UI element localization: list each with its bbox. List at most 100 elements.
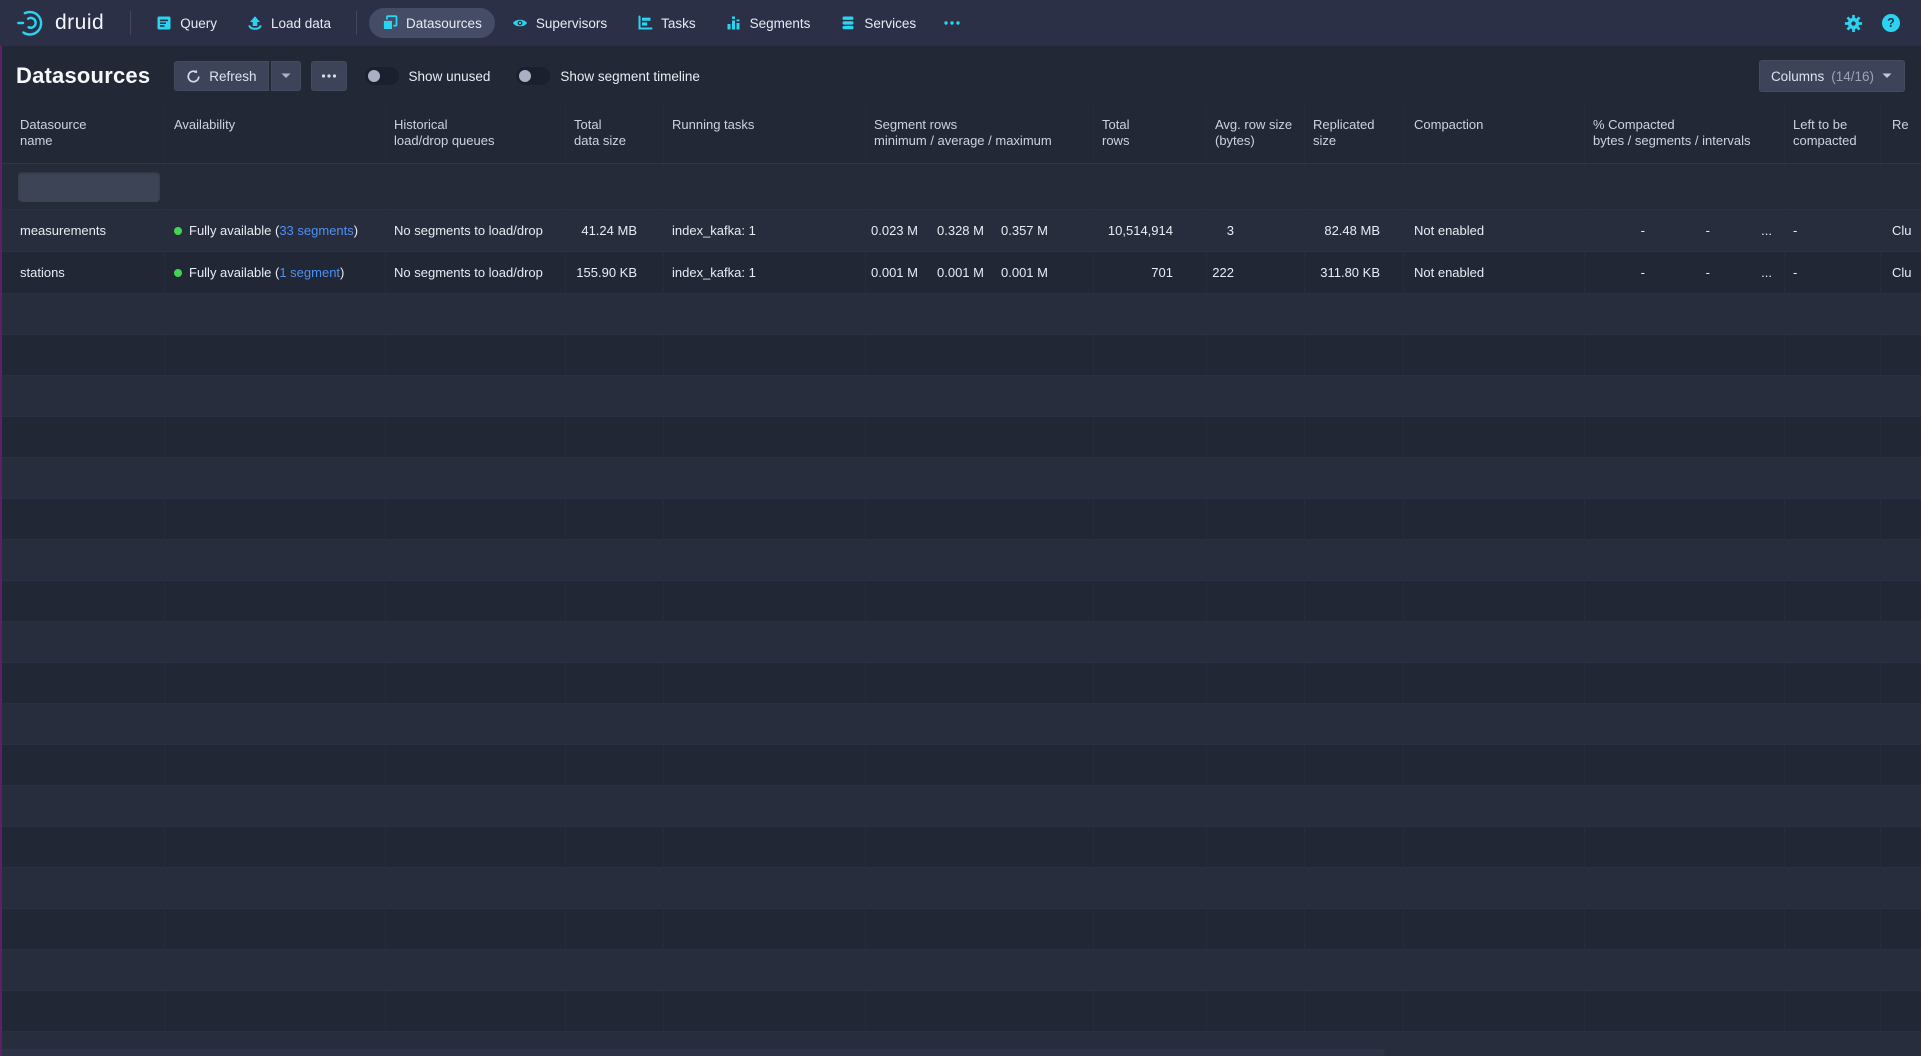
show-unused-toggle[interactable]: Show unused (365, 67, 491, 85)
gantt-icon (637, 15, 653, 31)
empty-cell (0, 294, 165, 334)
brand-name: druid (55, 11, 104, 35)
compaction-cell[interactable]: Not enabled (1404, 210, 1585, 251)
empty-row (0, 950, 1921, 991)
availability-cell[interactable]: Fully available (1 segment) (165, 252, 386, 293)
column-header-total-data-size[interactable]: Total data size (566, 106, 664, 163)
empty-cell (1785, 581, 1881, 621)
columns-label: Columns (1771, 69, 1824, 84)
replicated-size-cell[interactable]: 311.80 KB (1305, 252, 1404, 293)
empty-cell (566, 376, 664, 416)
load-drop-queues-cell[interactable]: No segments to load/drop (386, 210, 566, 251)
chevron-down-icon (280, 72, 292, 80)
pct-compacted-cell[interactable]: - - ... (1585, 210, 1785, 251)
empty-cell (1785, 991, 1881, 1031)
segment-rows-cell[interactable]: 0.001 M 0.001 M 0.001 M (866, 252, 1094, 293)
help-icon[interactable]: ? (1881, 13, 1901, 33)
datasource-name-filter-input[interactable] (18, 172, 160, 202)
empty-cell (1404, 622, 1585, 662)
retention-cell[interactable]: Clu (1881, 210, 1921, 251)
column-header-availability[interactable]: Availability (165, 106, 386, 163)
filter-cell (1785, 164, 1881, 209)
empty-cell (1881, 704, 1921, 744)
refresh-interval-button[interactable] (271, 61, 301, 91)
load-drop-queues-cell[interactable]: No segments to load/drop (386, 252, 566, 293)
left-to-be-compacted-cell[interactable]: - (1785, 252, 1881, 293)
compaction-cell[interactable]: Not enabled (1404, 252, 1585, 293)
empty-cell (1404, 868, 1585, 908)
pct-compacted-intervals: ... (1716, 223, 1784, 238)
empty-cell (1305, 335, 1404, 375)
empty-cell (1404, 950, 1585, 990)
column-header-left-to-be-compacted[interactable]: Left to be compacted (1785, 106, 1881, 163)
running-tasks-cell[interactable]: index_kafka: 1 (664, 210, 866, 251)
nav-item-load-data[interactable]: Load data (234, 8, 344, 38)
empty-cell (165, 335, 386, 375)
column-header-segment-rows[interactable]: Segment rows minimum / average / maximum (866, 106, 1094, 163)
column-header-compaction[interactable]: Compaction (1404, 106, 1585, 163)
database-icon (840, 15, 856, 31)
availability-cell[interactable]: Fully available (33 segments) (165, 210, 386, 251)
empty-cell (664, 499, 866, 539)
columns-button[interactable]: Columns (14/16) (1759, 60, 1905, 92)
nav-item-datasources[interactable]: Datasources (369, 8, 495, 38)
column-header-total-rows[interactable]: Total rows (1094, 106, 1207, 163)
empty-cell (386, 294, 566, 334)
column-header-running-tasks[interactable]: Running tasks (664, 106, 866, 163)
gear-icon[interactable] (1844, 14, 1863, 33)
empty-cell (1585, 540, 1785, 580)
nav-item-segments[interactable]: Segments (713, 8, 824, 38)
total-data-size-cell[interactable]: 155.90 KB (566, 252, 664, 293)
running-tasks-cell[interactable]: index_kafka: 1 (664, 252, 866, 293)
column-header-pct-compacted[interactable]: % Compacted bytes / segments / intervals (1585, 106, 1785, 163)
segments-link[interactable]: 33 segments (279, 223, 353, 238)
nav-more-button[interactable] (933, 8, 971, 38)
empty-row (0, 868, 1921, 909)
table-header-row: Datasource name Availability Historical … (0, 106, 1921, 164)
empty-cell (566, 540, 664, 580)
empty-cell (386, 663, 566, 703)
replicated-size-cell[interactable]: 82.48 MB (1305, 210, 1404, 251)
empty-cell (566, 909, 664, 949)
datasource-name-cell[interactable]: measurements (0, 210, 165, 251)
empty-cell (1404, 335, 1585, 375)
column-header-retention[interactable]: Re (1881, 106, 1921, 163)
header-line: bytes / segments / intervals (1593, 133, 1751, 149)
toggle-label: Show unused (409, 69, 491, 84)
empty-cell (866, 335, 1094, 375)
avg-row-size-cell[interactable]: 222 (1207, 252, 1305, 293)
pct-compacted-cell[interactable]: - - ... (1585, 252, 1785, 293)
total-rows-cell[interactable]: 701 (1094, 252, 1207, 293)
nav-item-query[interactable]: Query (143, 8, 230, 38)
druid-logo[interactable]: druid (16, 8, 104, 38)
datasource-name-cell[interactable]: stations (0, 252, 165, 293)
total-rows-cell[interactable]: 10,514,914 (1094, 210, 1207, 251)
column-header-historical-queues[interactable]: Historical load/drop queues (386, 106, 566, 163)
show-segment-timeline-toggle[interactable]: Show segment timeline (516, 67, 700, 85)
empty-cell (1207, 417, 1305, 457)
column-header-datasource-name[interactable]: Datasource name (0, 106, 165, 163)
empty-row (0, 294, 1921, 335)
empty-row (0, 909, 1921, 950)
empty-cell (165, 376, 386, 416)
left-to-be-compacted-cell[interactable]: - (1785, 210, 1881, 251)
segments-link[interactable]: 1 segment (279, 265, 340, 280)
more-actions-button[interactable] (311, 61, 347, 91)
filter-cell (866, 164, 1094, 209)
status-dot-icon (174, 227, 182, 235)
avg-row-size-cell[interactable]: 3 (1207, 210, 1305, 251)
empty-cell (386, 335, 566, 375)
empty-cell (664, 376, 866, 416)
nav-item-services[interactable]: Services (827, 8, 929, 38)
horizontal-scrollbar-thumb[interactable] (0, 1049, 1385, 1056)
empty-cell (1881, 335, 1921, 375)
empty-cell (1207, 458, 1305, 498)
total-data-size-cell[interactable]: 41.24 MB (566, 210, 664, 251)
nav-item-supervisors[interactable]: Supervisors (499, 8, 620, 38)
nav-item-tasks[interactable]: Tasks (624, 8, 709, 38)
retention-cell[interactable]: Clu (1881, 252, 1921, 293)
column-header-replicated-size[interactable]: Replicated size (1305, 106, 1404, 163)
refresh-button[interactable]: Refresh (174, 61, 268, 91)
segment-rows-cell[interactable]: 0.023 M 0.328 M 0.357 M (866, 210, 1094, 251)
column-header-avg-row-size[interactable]: Avg. row size (bytes) (1207, 106, 1305, 163)
